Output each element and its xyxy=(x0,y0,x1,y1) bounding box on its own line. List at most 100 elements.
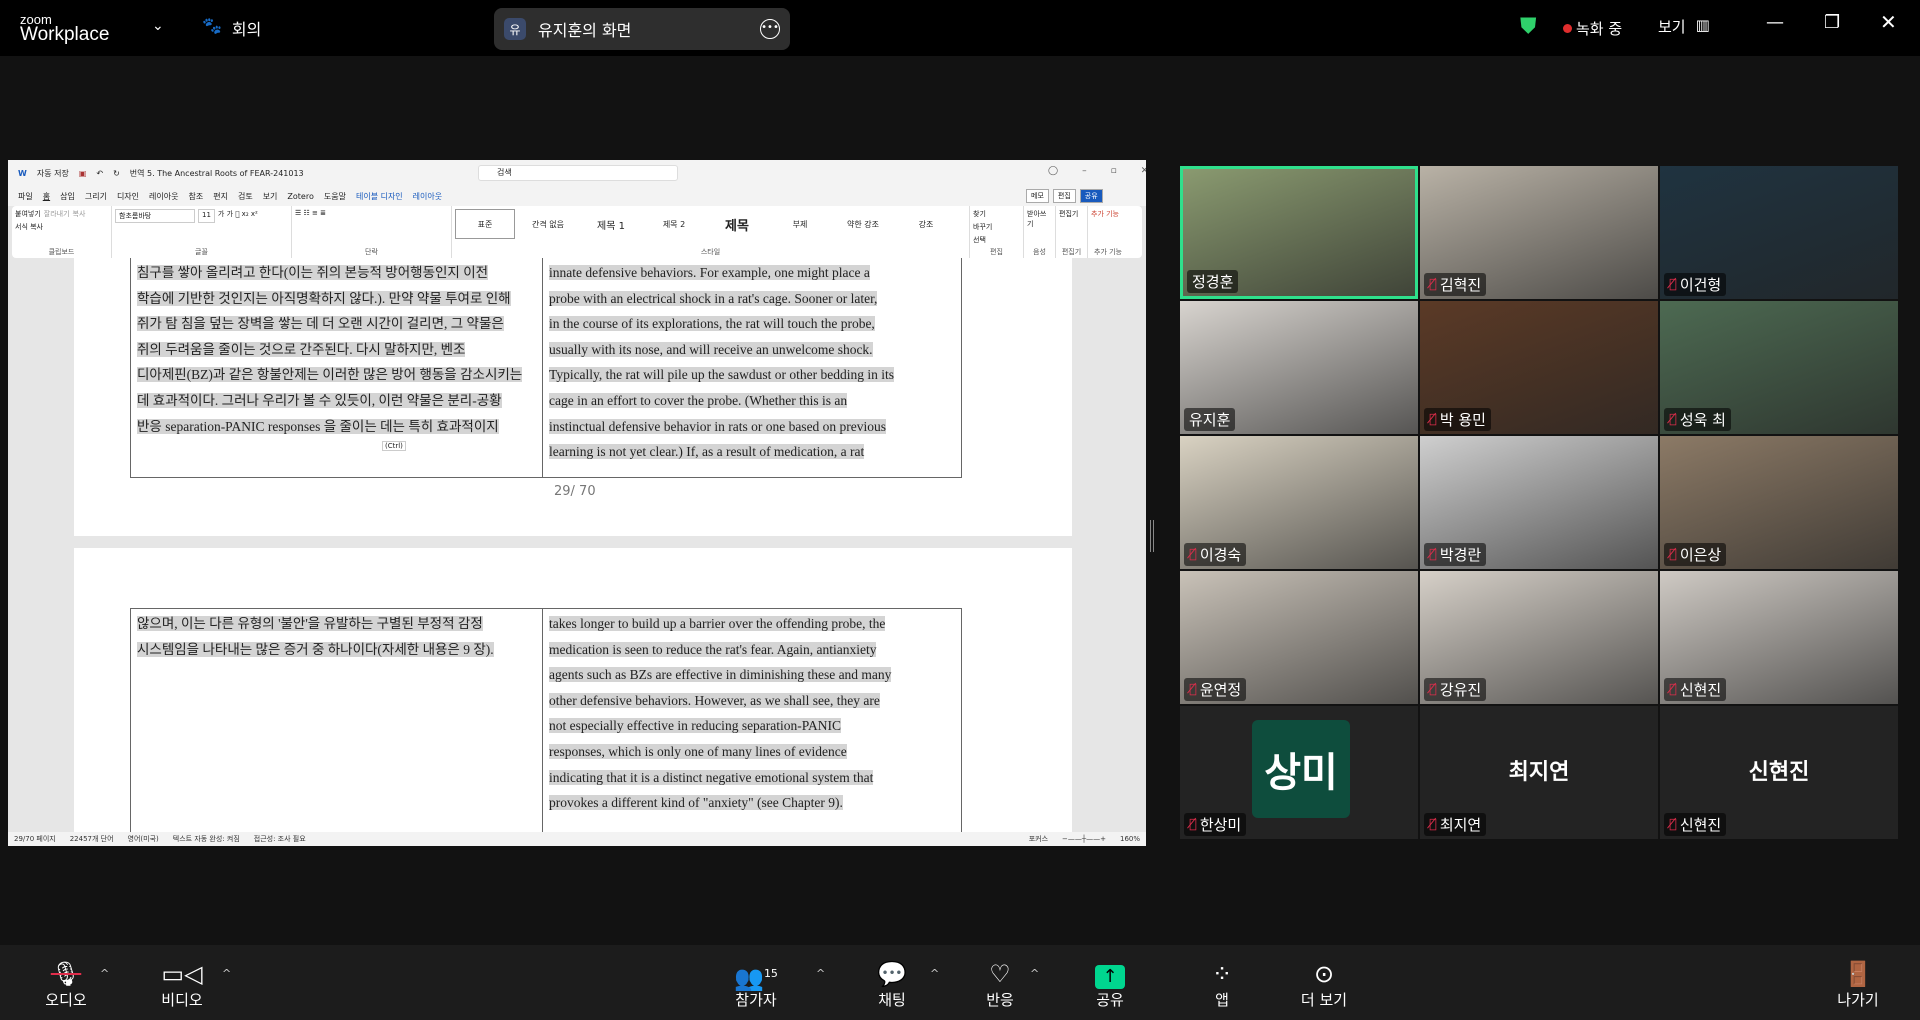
style-option[interactable]: 간격 없음 xyxy=(518,209,578,239)
split-resize-handle[interactable] xyxy=(1150,520,1154,552)
video-button[interactable]: ▭◁ 비디오 xyxy=(142,959,222,1010)
document-page[interactable]: 않으며, 이는 다른 유형의 '불안'을 유발하는 구별된 부정적 감정 시스템임… xyxy=(74,548,1072,846)
ribbon-tab[interactable]: 디자인 xyxy=(117,191,139,202)
table[interactable]: 침구를 쌓아 올리려고 한다(이는 쥐의 본능적 방어행동인지 이전 학습에 기반… xyxy=(130,258,962,478)
paste-button[interactable]: 붙여넣기 xyxy=(15,209,41,219)
participant-tile[interactable]: 🎙̸ 김혁진 xyxy=(1420,166,1658,299)
window-controls[interactable]: ◯ – ▫ ✕ xyxy=(1048,166,1146,176)
redo-icon[interactable]: ↻ xyxy=(113,169,120,178)
style-option[interactable]: 제목 2 xyxy=(644,209,704,239)
participant-tile[interactable]: 🎙̸ 이경숙 xyxy=(1180,436,1418,569)
chat-button[interactable]: 💬 채팅 xyxy=(852,959,932,1010)
ribbon-button-0[interactable]: 메모 xyxy=(1026,189,1049,203)
minimize-icon[interactable]: – xyxy=(1082,166,1087,176)
react-options-caret[interactable]: ^ xyxy=(1030,967,1039,980)
style-option[interactable]: 제목 xyxy=(707,209,767,239)
document-page[interactable]: 침구를 쌓아 올리려고 한다(이는 쥐의 본능적 방어행동인지 이전 학습에 기반… xyxy=(74,258,1072,536)
participant-tile[interactable]: 🎙̸ 이건형 xyxy=(1660,166,1898,299)
copy-button[interactable]: 복사 xyxy=(73,209,86,219)
english-cell[interactable]: innate defensive behaviors. For example,… xyxy=(543,258,961,477)
chevron-down-icon[interactable]: ⌄ xyxy=(152,18,164,34)
language[interactable]: 영어(미국) xyxy=(128,834,159,844)
ribbon-tab[interactable]: 레이아웃 xyxy=(149,191,178,202)
ribbon-tab[interactable]: 홈 xyxy=(43,191,50,202)
screen-share-pill[interactable]: 유 유지훈의 화면 ••• xyxy=(494,8,790,50)
more-options-icon[interactable]: ••• xyxy=(760,19,780,39)
shared-screen-word[interactable]: W 자동 저장 ▣ ↶ ↻ 번역 5. The Ancestral Roots … xyxy=(8,160,1146,846)
restore-icon[interactable]: ▫ xyxy=(1111,166,1117,176)
participants-button[interactable]: 👥15 참가자 xyxy=(716,959,796,1010)
react-button[interactable]: ♡ 반응 xyxy=(960,959,1040,1010)
style-option[interactable]: 제목 1 xyxy=(581,209,641,239)
minimize-icon[interactable]: — xyxy=(1766,12,1784,33)
ribbon-tab[interactable]: Zotero xyxy=(287,192,313,201)
ribbon-tab[interactable]: 참조 xyxy=(188,191,203,202)
participant-tile[interactable]: 상미 🎙̸ 한상미 xyxy=(1180,706,1418,839)
english-cell[interactable]: takes longer to build up a barrier over … xyxy=(543,609,961,846)
autosave-label[interactable]: 자동 저장 xyxy=(37,168,69,179)
ribbon-tab[interactable]: 보기 xyxy=(263,191,278,202)
audio-options-caret[interactable]: ^ xyxy=(100,967,109,980)
ribbon-tab[interactable]: 삽입 xyxy=(60,191,75,202)
ribbon-tab[interactable]: 파일 xyxy=(18,191,33,202)
ribbon-button-2[interactable]: 공유 xyxy=(1079,189,1103,203)
participant-tile[interactable]: 신현진 🎙̸ 신현진 xyxy=(1660,706,1898,839)
find-button[interactable]: 찾기 xyxy=(973,209,992,219)
participant-tile[interactable]: 유지훈 xyxy=(1180,301,1418,434)
word-count[interactable]: 22457개 단어 xyxy=(70,834,114,844)
apps-button[interactable]: ⁘ 앱 xyxy=(1182,959,1262,1010)
font-size-select[interactable]: 11 xyxy=(198,209,215,223)
bold-button[interactable]: 가 가 가̲ x₂ x² xyxy=(218,209,258,223)
participant-tile[interactable]: 🎙̸ 신현진 xyxy=(1660,571,1898,704)
format-painter-button[interactable]: 서식 복사 xyxy=(15,222,43,232)
ribbon-tab[interactable]: 편지 xyxy=(213,191,228,202)
ribbon-button-1[interactable]: 편집 xyxy=(1052,189,1076,203)
participants-options-caret[interactable]: ^ xyxy=(816,967,825,980)
korean-cell[interactable]: 않으며, 이는 다른 유형의 '불안'을 유발하는 구별된 부정적 감정 시스템임… xyxy=(131,609,544,846)
dictate-button[interactable]: 받아쓰기 xyxy=(1027,209,1052,229)
participant-tile[interactable]: 🎙̸ 박경란 xyxy=(1420,436,1658,569)
style-option[interactable]: 표준 xyxy=(455,209,515,239)
zoom-level[interactable]: 160% xyxy=(1120,835,1140,843)
cut-button[interactable]: 잘라내기 xyxy=(44,209,70,219)
participant-tile[interactable]: 🎙̸ 성욱 최 xyxy=(1660,301,1898,434)
close-icon[interactable]: ✕ xyxy=(1880,10,1897,34)
korean-cell[interactable]: 침구를 쌓아 올리려고 한다(이는 쥐의 본능적 방어행동인지 이전 학습에 기반… xyxy=(131,258,544,477)
replace-button[interactable]: 바꾸기 xyxy=(973,222,992,232)
style-option[interactable]: 강조 xyxy=(896,209,956,239)
addins-button[interactable]: 추가 기능 xyxy=(1091,209,1119,219)
ribbon-tab[interactable]: 그리기 xyxy=(85,191,107,202)
participant-tile[interactable]: 🎙̸ 이은상 xyxy=(1660,436,1898,569)
meeting-button[interactable]: 🐾 회의 xyxy=(202,16,261,40)
ribbon-tab[interactable]: 레이아웃 xyxy=(413,191,442,202)
video-options-caret[interactable]: ^ xyxy=(222,967,231,980)
page-count[interactable]: 29/70 페이지 xyxy=(14,834,56,844)
search-input[interactable]: 검색 xyxy=(478,165,678,181)
zoom-slider[interactable]: −——┼——+ xyxy=(1062,835,1106,843)
share-button[interactable]: ↑ 공유 xyxy=(1070,959,1150,1010)
list-buttons[interactable]: ☰ ☷ ≡ ≣ xyxy=(295,209,326,217)
autocomplete-status[interactable]: 텍스트 자동 완성: 켜짐 xyxy=(173,834,240,844)
doc-title[interactable]: 번역 5. The Ancestral Roots of FEAR-241013 xyxy=(130,168,304,179)
shield-check-icon[interactable]: ⛊ xyxy=(1520,14,1537,39)
ribbon-tab[interactable]: 도움말 xyxy=(324,191,346,202)
restore-icon[interactable]: ❐ xyxy=(1824,12,1840,33)
participant-tile[interactable]: 🎙̸ 강유진 xyxy=(1420,571,1658,704)
select-button[interactable]: 선택 xyxy=(973,235,992,245)
participant-tile[interactable]: 정경훈 xyxy=(1180,166,1418,299)
close-icon[interactable]: ✕ xyxy=(1141,166,1146,176)
ribbon-tab[interactable]: 검토 xyxy=(238,191,253,202)
leave-button[interactable]: 🚪 나가기 xyxy=(1818,959,1898,1010)
participant-tile[interactable]: 🎙̸ 윤연정 xyxy=(1180,571,1418,704)
more-button[interactable]: ⊙ 더 보기 xyxy=(1284,959,1364,1010)
paste-options[interactable]: (Ctrl) xyxy=(382,441,406,451)
font-select[interactable]: 함초롬바탕 xyxy=(115,209,195,223)
undo-icon[interactable]: ↶ xyxy=(96,169,103,178)
style-option[interactable]: 부제 xyxy=(770,209,830,239)
participant-tile[interactable]: 최지연 🎙̸ 최지연 xyxy=(1420,706,1658,839)
table[interactable]: 않으며, 이는 다른 유형의 '불안'을 유발하는 구별된 부정적 감정 시스템임… xyxy=(130,608,962,846)
audio-button[interactable]: 🎙 오디오 xyxy=(26,959,106,1010)
recording-indicator[interactable]: 녹화 중 xyxy=(1563,18,1622,39)
ribbon-tab[interactable]: 테이블 디자인 xyxy=(356,191,403,202)
participant-tile[interactable]: 🎙̸ 박 용민 xyxy=(1420,301,1658,434)
